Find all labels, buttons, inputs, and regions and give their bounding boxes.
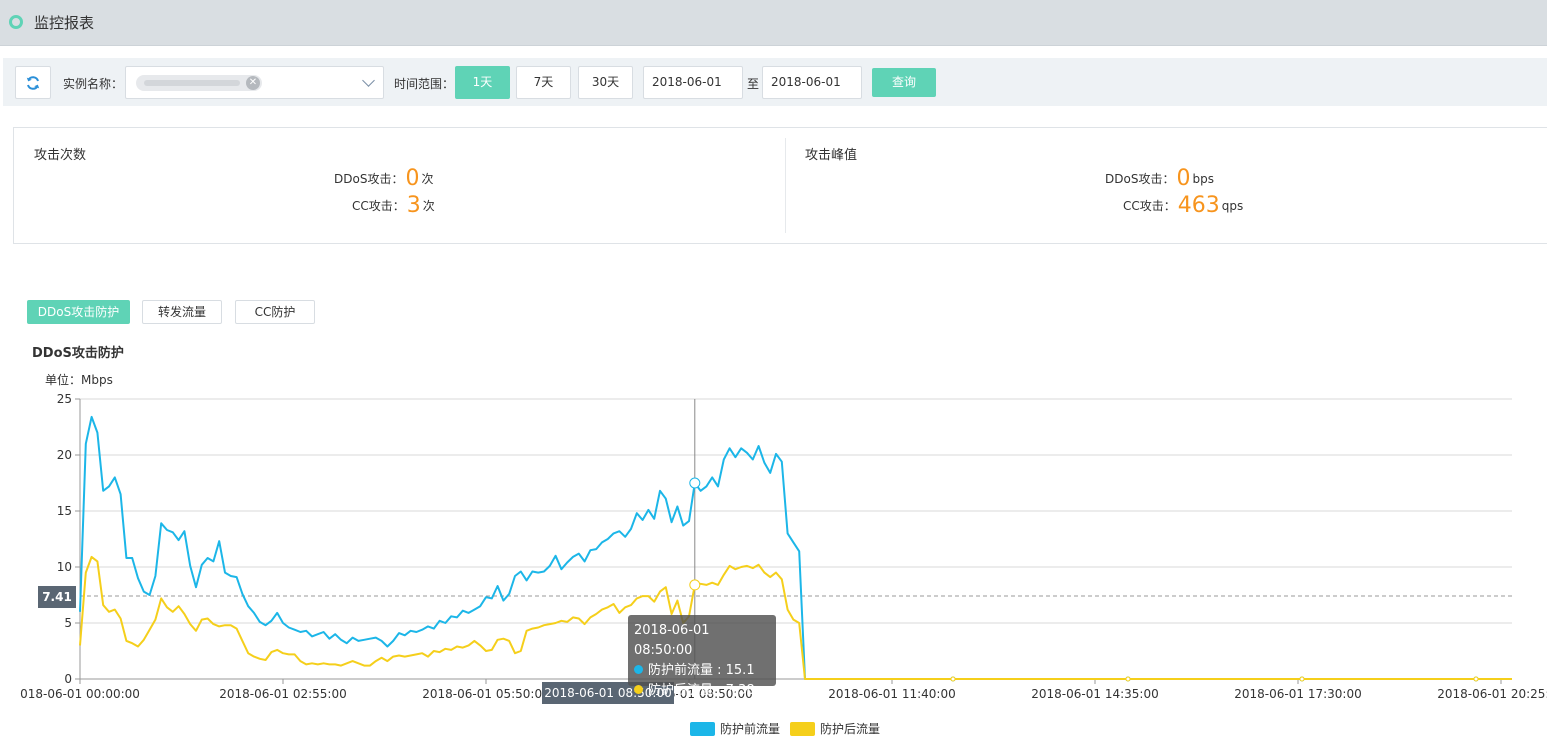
filter-toolbar: 实例名称： ✕ 时间范围： 1天 7天 30天 2018-06-01 至 201… xyxy=(3,58,1547,106)
refresh-button[interactable] xyxy=(15,66,51,99)
tooltip-series1: 防护前流量 : 15.1 xyxy=(648,663,755,678)
x-tick-label: 2018-06-01 02:55:00 xyxy=(219,687,346,701)
page-title: 监控报表 xyxy=(34,14,95,32)
legend-swatch-before xyxy=(690,722,715,736)
legend-label-before: 防护前流量 xyxy=(720,722,781,736)
instance-chip: ✕ xyxy=(136,75,262,91)
cc-count-unit: 次 xyxy=(422,199,435,213)
ddos-label: DDoS攻击： xyxy=(1105,172,1175,186)
attack-peak-title: 攻击峰值 xyxy=(805,148,858,163)
legend-swatch-after xyxy=(790,722,815,736)
tab-cc-protection[interactable]: CC防护 xyxy=(235,300,315,324)
instance-label: 实例名称： xyxy=(63,77,124,91)
x-tick-label: 018-06-01 00:00:00 xyxy=(20,687,140,701)
attack-peak-ddos: DDoS攻击：0 bps xyxy=(1105,166,1214,191)
series-point xyxy=(1299,676,1305,682)
chart-title: DDoS攻击防护 xyxy=(32,346,124,361)
ddos-count-value: 0 xyxy=(405,166,420,191)
hover-point-after xyxy=(689,579,701,591)
ddos-peak-unit: bps xyxy=(1192,172,1214,186)
cc-peak-unit: qps xyxy=(1221,199,1244,213)
instance-select[interactable]: ✕ xyxy=(125,66,384,99)
to-label: 至 xyxy=(747,77,760,91)
x-tick-label: 2018-06-01 11:40:00 xyxy=(828,687,955,701)
y-tick-label: 20 xyxy=(57,448,72,462)
series-point xyxy=(950,676,956,682)
tab-ddos-protection[interactable]: DDoS攻击防护 xyxy=(27,300,130,324)
series1-dot-icon xyxy=(634,665,643,674)
ddos-count-unit: 次 xyxy=(421,172,434,186)
hover-point-before xyxy=(689,477,701,489)
start-date-input[interactable]: 2018-06-01 xyxy=(643,66,743,99)
series-line-after xyxy=(79,555,1512,680)
cc-count-value: 3 xyxy=(406,193,421,218)
attack-count-cc: CC攻击：3 次 xyxy=(352,193,435,218)
legend-item-before[interactable]: 防护前流量 xyxy=(690,720,780,737)
legend-item-after[interactable]: 防护后流量 xyxy=(790,720,880,737)
legend-label-after: 防护后流量 xyxy=(820,722,881,736)
status-ring-icon xyxy=(9,15,23,29)
clear-icon[interactable]: ✕ xyxy=(246,76,260,90)
series-line-before xyxy=(79,415,1512,680)
tab-forward-traffic[interactable]: 转发流量 xyxy=(142,300,222,324)
attack-count-ddos: DDoS攻击：0 次 xyxy=(334,166,433,191)
y-tick-label: 10 xyxy=(57,560,72,574)
attack-count-title: 攻击次数 xyxy=(34,148,87,163)
range-1day-button[interactable]: 1天 xyxy=(455,66,510,99)
stats-divider xyxy=(785,138,786,233)
end-date-input[interactable]: 2018-06-01 xyxy=(762,66,862,99)
tooltip-series2: 防护后流量 : 7.38 xyxy=(648,683,755,698)
query-button[interactable]: 查询 xyxy=(872,68,936,97)
attack-peak-cc: CC攻击：463 qps xyxy=(1123,193,1243,218)
y-tick-label: 0 xyxy=(64,672,72,686)
cc-label: CC攻击： xyxy=(352,199,405,213)
ddos-peak-value: 0 xyxy=(1176,166,1191,191)
series-point xyxy=(1125,676,1131,682)
y-tick-label: 25 xyxy=(57,392,72,406)
range-30days-button[interactable]: 30天 xyxy=(578,66,633,99)
page-header: 监控报表 xyxy=(0,0,1547,46)
tooltip-time: 2018-06-01 08:50:00 xyxy=(634,623,710,658)
refresh-icon xyxy=(26,75,40,90)
x-tick-label: 2018-06-01 17:30:00 xyxy=(1234,687,1361,701)
time-range-label: 时间范围： xyxy=(394,77,455,91)
y-tick-label: 5 xyxy=(64,616,72,630)
x-tick-label: 2018-06-01 05:50:00 xyxy=(422,687,549,701)
series-point xyxy=(1473,676,1479,682)
instance-name-redacted xyxy=(144,80,240,86)
x-tick-label: 2018-06-01 20:25:00 xyxy=(1437,687,1547,701)
y-tick-label: 15 xyxy=(57,504,72,518)
chevron-down-icon xyxy=(362,74,375,87)
series2-dot-icon xyxy=(634,685,643,694)
stats-panel: 攻击次数 DDoS攻击：0 次 CC攻击：3 次 攻击峰值 DDoS攻击：0 bps … xyxy=(13,127,1547,244)
tooltip-series2-row: 防护后流量 : 7.38 xyxy=(634,681,770,701)
x-tick-label: 2018-06-01 14:35:00 xyxy=(1031,687,1158,701)
tooltip-series1-row: 防护前流量 : 15.1 xyxy=(634,661,770,681)
cc-peak-value: 463 xyxy=(1177,193,1220,218)
range-7days-button[interactable]: 7天 xyxy=(516,66,571,99)
crosshair-y-label: 7.41 xyxy=(38,586,76,608)
chart-tooltip: 2018-06-01 08:50:00 防护前流量 : 15.1 防护后流量 :… xyxy=(628,615,776,698)
ddos-label: DDoS攻击： xyxy=(334,172,404,186)
cc-label: CC攻击： xyxy=(1123,199,1176,213)
